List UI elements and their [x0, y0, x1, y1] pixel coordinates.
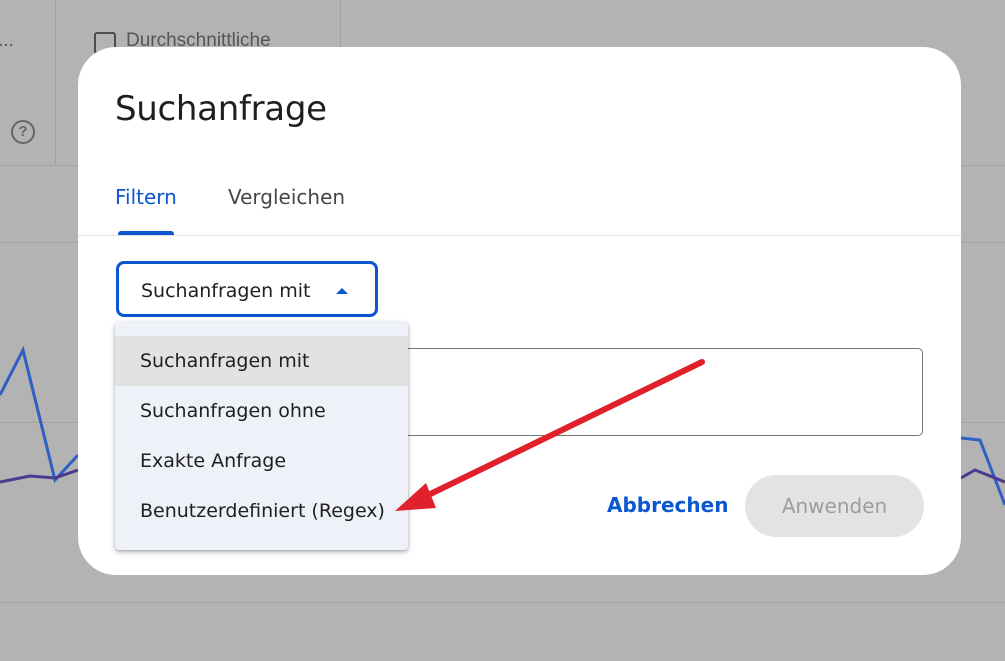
menu-item-suchanfragen-ohne[interactable]: Suchanfragen ohne [115, 386, 408, 436]
background-chart-line-blue [0, 345, 80, 484]
filter-type-menu: Suchanfragen mit Suchanfragen ohne Exakt… [115, 322, 408, 550]
cancel-button[interactable]: Abbrechen [593, 479, 742, 531]
filter-type-select[interactable]: Suchanfragen mit [116, 261, 378, 317]
query-text-input[interactable] [350, 348, 923, 436]
tab-filtern[interactable]: Filtern [115, 185, 177, 209]
menu-item-regex[interactable]: Benutzerdefiniert (Regex) [115, 486, 408, 536]
background-chart-line-purple-right [960, 468, 1005, 484]
background-chart-line-blue-right [960, 436, 1005, 506]
menu-item-suchanfragen-mit[interactable]: Suchanfragen mit [115, 336, 408, 386]
active-tab-indicator [118, 231, 174, 235]
menu-item-exakte-anfrage[interactable]: Exakte Anfrage [115, 436, 408, 486]
background-chart-line-purple [0, 468, 79, 484]
apply-button[interactable]: Anwenden [745, 475, 924, 537]
tab-vergleichen[interactable]: Vergleichen [228, 185, 345, 209]
filter-type-select-value: Suchanfragen mit [141, 280, 311, 302]
dialog-title: Suchanfrage [115, 89, 327, 129]
caret-up-icon [336, 288, 348, 294]
dialog-tabs: Filtern Vergleichen [78, 167, 961, 236]
